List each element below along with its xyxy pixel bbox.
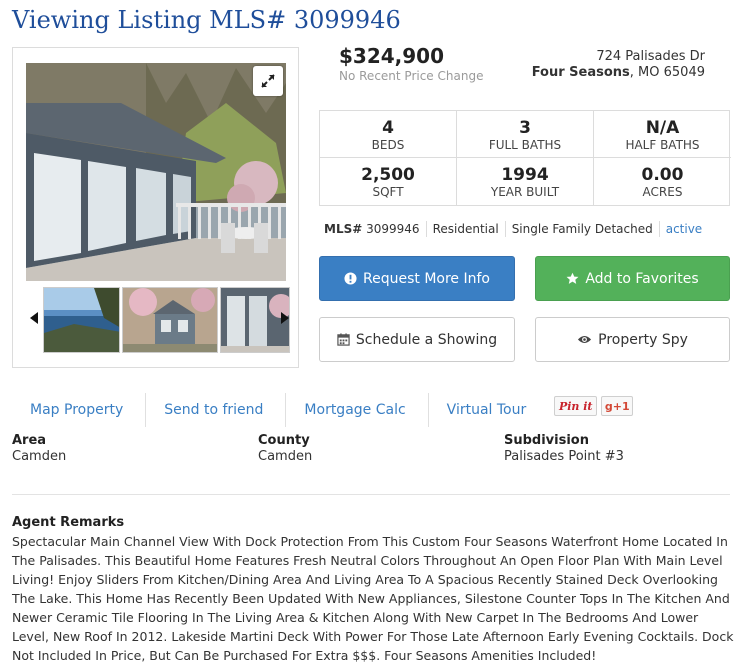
thumbnail-lake-view[interactable]	[43, 287, 120, 353]
thumbnail-strip	[23, 285, 291, 355]
info-county: County Camden	[258, 433, 312, 465]
add-to-favorites-label: Add to Favorites	[585, 270, 699, 287]
address-city-line: Four Seasons, MO 65049	[532, 65, 705, 80]
schedule-showing-label: Schedule a Showing	[355, 331, 498, 348]
chevron-right-icon[interactable]	[279, 311, 291, 325]
listing-status: active	[665, 222, 703, 236]
stat-beds: 4 BEDS	[320, 111, 457, 158]
add-to-favorites-button[interactable]: Add to Favorites	[535, 256, 730, 301]
eye-icon	[578, 335, 592, 344]
stat-label: YEAR BUILT	[490, 185, 560, 199]
stat-value: 1994	[501, 165, 549, 185]
mls-number-value: 3099946	[366, 222, 420, 236]
agent-remarks-heading: Agent Remarks	[12, 515, 125, 530]
county-label: County	[258, 433, 310, 448]
pinterest-button[interactable]: Pin it	[554, 396, 598, 416]
stat-year-built: 1994 YEAR BUILT	[457, 158, 594, 205]
stat-label: ACRES	[642, 185, 683, 199]
map-property-link[interactable]: Map Property	[12, 393, 147, 427]
main-photo-image	[26, 63, 286, 281]
request-more-info-label: Request More Info	[363, 270, 490, 287]
stat-value: 2,500	[361, 165, 415, 185]
stat-sqft: 2,500 SQFT	[320, 158, 457, 205]
area-label: Area	[12, 433, 47, 448]
property-type: Residential	[427, 221, 506, 237]
info-area: Area Camden	[12, 433, 66, 465]
section-divider	[12, 494, 730, 495]
agent-remarks-text: Spectacular Main Channel View With Dock …	[12, 534, 734, 663]
address-street: 724 Palisades Dr	[596, 49, 705, 64]
subdivision-label: Subdivision	[504, 433, 589, 448]
subdivision-value: Palisades Point #3	[504, 449, 624, 464]
address-city: Four Seasons	[531, 65, 630, 80]
stat-full-baths: 3 FULL BATHS	[457, 111, 594, 158]
mls-label: MLS#	[324, 222, 363, 236]
stat-label: SQFT	[372, 185, 404, 199]
exclamation-circle-icon	[344, 272, 357, 285]
send-to-friend-link[interactable]: Send to friend	[146, 393, 287, 427]
property-subtype: Single Family Detached	[506, 221, 660, 237]
request-more-info-button[interactable]: Request More Info	[319, 256, 515, 301]
photo-gallery	[12, 47, 299, 368]
stat-value: 4	[382, 118, 394, 138]
info-subdivision: Subdivision Palisades Point #3	[504, 433, 624, 465]
listing-price: $324,900	[339, 44, 445, 68]
star-icon	[566, 272, 579, 284]
schedule-showing-button[interactable]: Schedule a Showing	[319, 317, 515, 362]
mls-info-bar: MLS# 3099946 Residential Single Family D…	[319, 217, 730, 241]
expand-photo-button[interactable]	[253, 66, 283, 96]
county-value: Camden	[258, 449, 313, 464]
stat-value: N/A	[645, 118, 680, 138]
stat-acres: 0.00 ACRES	[594, 158, 731, 205]
stat-label: FULL BATHS	[488, 138, 562, 152]
listing-links-row: Map Property Send to friend Mortgage Cal…	[12, 393, 732, 427]
address-state-zip: , MO 65049	[629, 65, 705, 80]
calendar-icon	[337, 333, 350, 346]
area-value: Camden	[12, 449, 67, 464]
stat-value: 0.00	[641, 165, 684, 185]
virtual-tour-link[interactable]: Virtual Tour	[429, 393, 549, 427]
property-spy-button[interactable]: Property Spy	[535, 317, 730, 362]
thumbnail-house-exterior[interactable]	[122, 287, 218, 353]
stat-half-baths: N/A HALF BATHS	[594, 111, 731, 158]
stat-label: HALF BATHS	[625, 138, 700, 152]
price-change-note: No Recent Price Change	[339, 69, 484, 83]
mls-number: MLS# 3099946	[319, 221, 427, 237]
page-title: Viewing Listing MLS# 3099946	[12, 6, 401, 34]
main-photo[interactable]	[26, 63, 286, 281]
google-plus-button[interactable]: g+1	[601, 396, 634, 416]
mortgage-calc-link[interactable]: Mortgage Calc	[286, 393, 429, 427]
stat-value: 3	[519, 118, 531, 138]
expand-icon	[261, 74, 275, 88]
property-stats-grid: 4 BEDS 3 FULL BATHS N/A HALF BATHS 2,500 SQF…	[319, 110, 731, 206]
chevron-left-icon[interactable]	[28, 311, 40, 325]
social-share-buttons: Pin it g+1	[554, 396, 634, 416]
property-spy-label: Property Spy	[598, 331, 688, 348]
stat-label: BEDS	[371, 138, 405, 152]
